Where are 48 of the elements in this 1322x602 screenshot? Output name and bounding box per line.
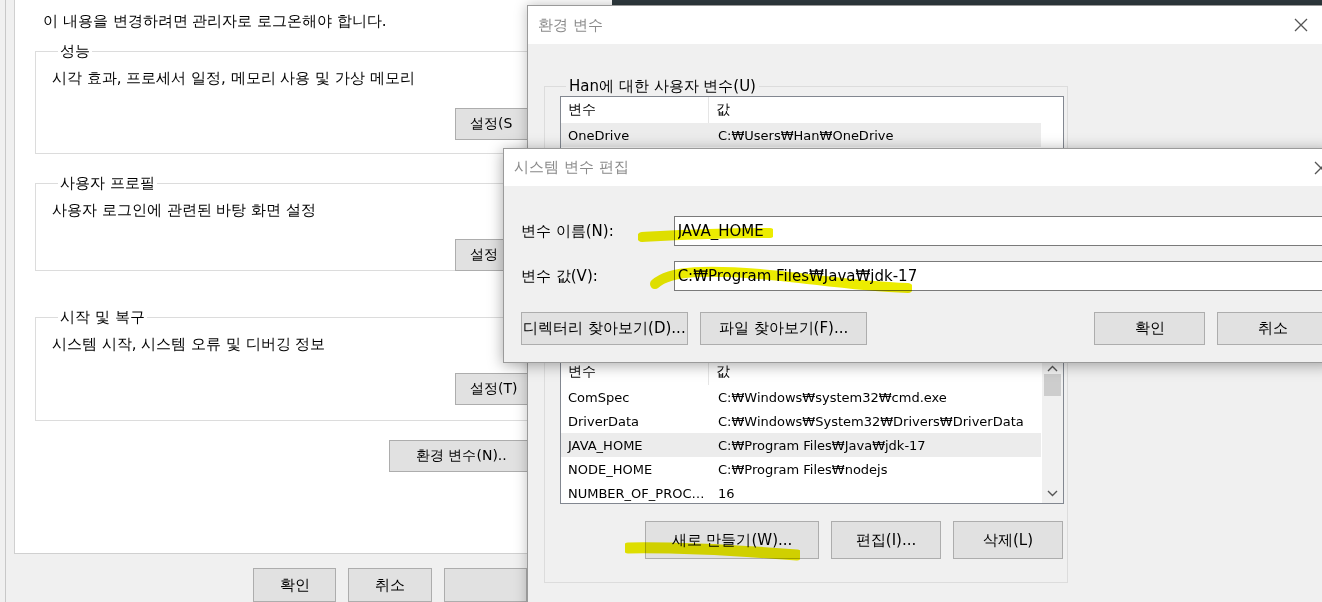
scroll-up-icon[interactable] [1047, 365, 1058, 372]
dialog-button[interactable]: 취소 [348, 568, 432, 602]
group-title: Han에 대한 사용자 변수(U) [568, 77, 757, 96]
variable-row[interactable]: JAVA_HOME C:₩Program Files₩Java₩jdk-17 [561, 433, 1041, 457]
variable-value: 16 [717, 485, 736, 501]
group-title: 시작 및 복구 [59, 308, 146, 327]
variable-name: NODE_HOME [567, 461, 654, 477]
settings-button[interactable]: 설정(S [455, 108, 527, 140]
settings-button[interactable]: 설정(T) [455, 373, 527, 405]
variable-row[interactable]: OneDrive C:₩Users₩Han₩OneDrive [561, 123, 1041, 147]
dialog-button[interactable]: 취소 [1217, 312, 1322, 345]
window-title: 환경 변수 [538, 15, 603, 35]
browse-button[interactable]: 파일 찾아보기(F)... [700, 312, 867, 345]
variable-row[interactable]: ComSpec C:₩Windows₩system32₩cmd.exe [561, 385, 1041, 409]
group-description: 사용자 로그인에 관련된 바탕 화면 설정 [52, 201, 317, 220]
variable-row[interactable]: NODE_HOME C:₩Program Files₩nodejs [561, 457, 1041, 481]
dialog-button[interactable]: 확인 [253, 568, 337, 602]
variable-action-button[interactable]: 삭제(L) [953, 521, 1063, 559]
close-icon[interactable] [1294, 18, 1308, 32]
group-title: 사용자 프로필 [59, 174, 156, 193]
dialog-title: 시스템 변수 편집 [514, 158, 629, 177]
column-header[interactable]: 값 [709, 359, 1039, 385]
browse-button[interactable]: 디렉터리 찾아보기(D)... [521, 312, 688, 345]
variable-name: DriverData [567, 413, 641, 429]
field-label: 변수 이름(N): [521, 221, 615, 241]
admin-notice: 이 내용을 변경하려면 관리자로 로그온해야 합니다. [43, 12, 388, 32]
variable-name: OneDrive [567, 127, 631, 143]
variable-input[interactable]: JAVA_HOME [673, 216, 1322, 246]
variable-value: C:₩Windows₩System32₩Drivers₩DriverData [717, 413, 1025, 429]
variable-name: JAVA_HOME [566, 437, 644, 453]
scroll-down-icon[interactable] [1047, 490, 1058, 497]
variable-action-button[interactable]: 편집(I)... [831, 521, 941, 559]
scroll-thumb[interactable] [1044, 374, 1061, 396]
variable-name: ComSpec [567, 389, 631, 405]
variable-row[interactable]: DriverData C:₩Windows₩System32₩Drivers₩DriverData [561, 409, 1041, 433]
dialog-button[interactable]: 확인 [1094, 312, 1205, 345]
column-header[interactable]: 값 [709, 97, 1039, 123]
field-label: 변수 값(V): [521, 266, 599, 286]
variable-value: C:₩Program Files₩Java₩jdk-17 [717, 437, 927, 453]
group-description: 시스템 시작, 시스템 오류 및 디버깅 정보 [52, 335, 327, 354]
variable-value: C:₩Windows₩system32₩cmd.exe [717, 389, 948, 405]
variable-name: NUMBER_OF_PROC… [567, 485, 706, 501]
variable-row[interactable]: NUMBER_OF_PROC… 16 [561, 481, 1041, 503]
environment-variables-button[interactable]: 환경 변수(N).. [389, 440, 527, 472]
variable-value: C:₩Program Files₩nodejs [717, 461, 889, 477]
variable-value: C:₩Users₩Han₩OneDrive [717, 127, 895, 143]
group-description: 시각 효과, 프로세서 일정, 메모리 사용 및 가상 메모리 [52, 69, 416, 88]
group-title: 성능 [59, 42, 91, 61]
